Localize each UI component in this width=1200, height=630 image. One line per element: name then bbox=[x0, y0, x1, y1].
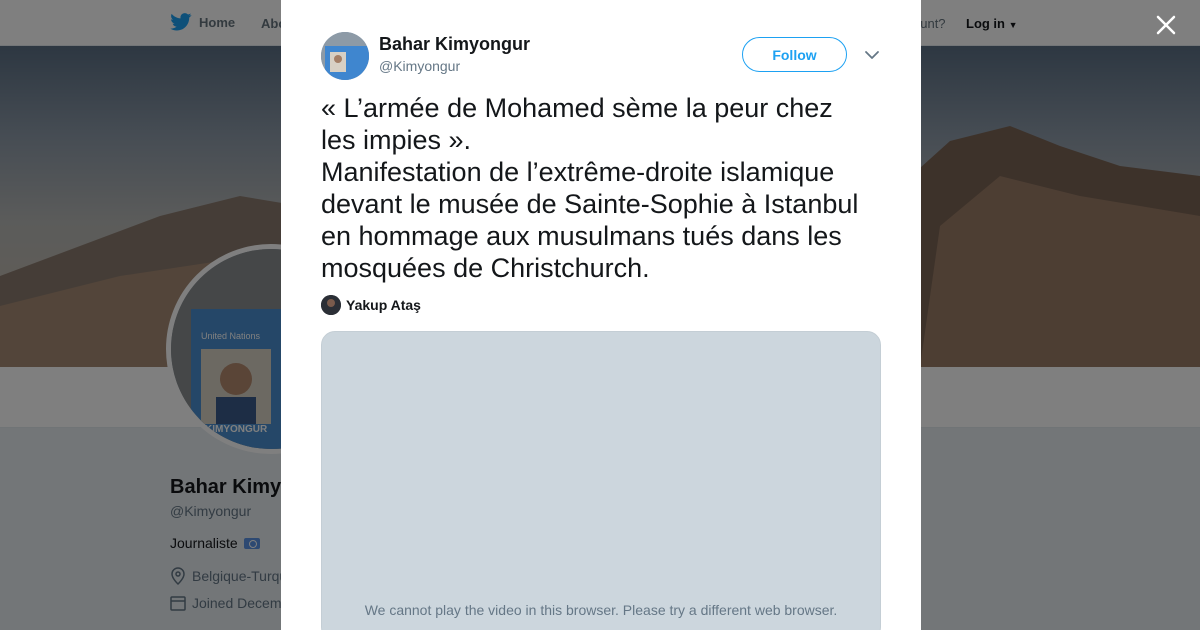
tweet-text-line: mosquées de Christchurch. bbox=[321, 253, 650, 283]
tagged-user-name: Yakup Ataş bbox=[346, 297, 421, 313]
tagged-user-avatar bbox=[321, 295, 341, 315]
chevron-down-icon[interactable] bbox=[863, 46, 881, 64]
tagged-user-avatar-image bbox=[321, 295, 341, 315]
close-icon[interactable] bbox=[1154, 13, 1178, 37]
tweet-text-line: « L’armée de Mohamed sème la peur chez bbox=[321, 93, 833, 123]
tagged-user[interactable]: Yakup Ataş bbox=[321, 295, 421, 315]
follow-button[interactable]: Follow bbox=[742, 37, 847, 72]
author-name[interactable]: Bahar Kimyongur bbox=[379, 34, 530, 55]
author-avatar-image bbox=[321, 32, 369, 80]
video-unsupported-message: We cannot play the video in this browser… bbox=[364, 602, 838, 618]
video-player[interactable]: We cannot play the video in this browser… bbox=[321, 331, 881, 630]
tweet-text-line: les impies ». bbox=[321, 125, 472, 155]
tweet-text: « L’armée de Mohamed sème la peur chez l… bbox=[321, 92, 886, 284]
tweet-text-line: Manifestation de l’extrême-droite islami… bbox=[321, 157, 835, 187]
author-handle[interactable]: @Kimyongur bbox=[379, 58, 460, 74]
tweet-text-line: en hommage aux musulmans tués dans les bbox=[321, 221, 842, 251]
tweet-text-line: devant le musée de Sainte-Sophie à Istan… bbox=[321, 189, 859, 219]
tweet-modal: Bahar Kimyongur @Kimyongur Follow « L’ar… bbox=[281, 0, 921, 630]
author-avatar[interactable] bbox=[321, 32, 369, 80]
